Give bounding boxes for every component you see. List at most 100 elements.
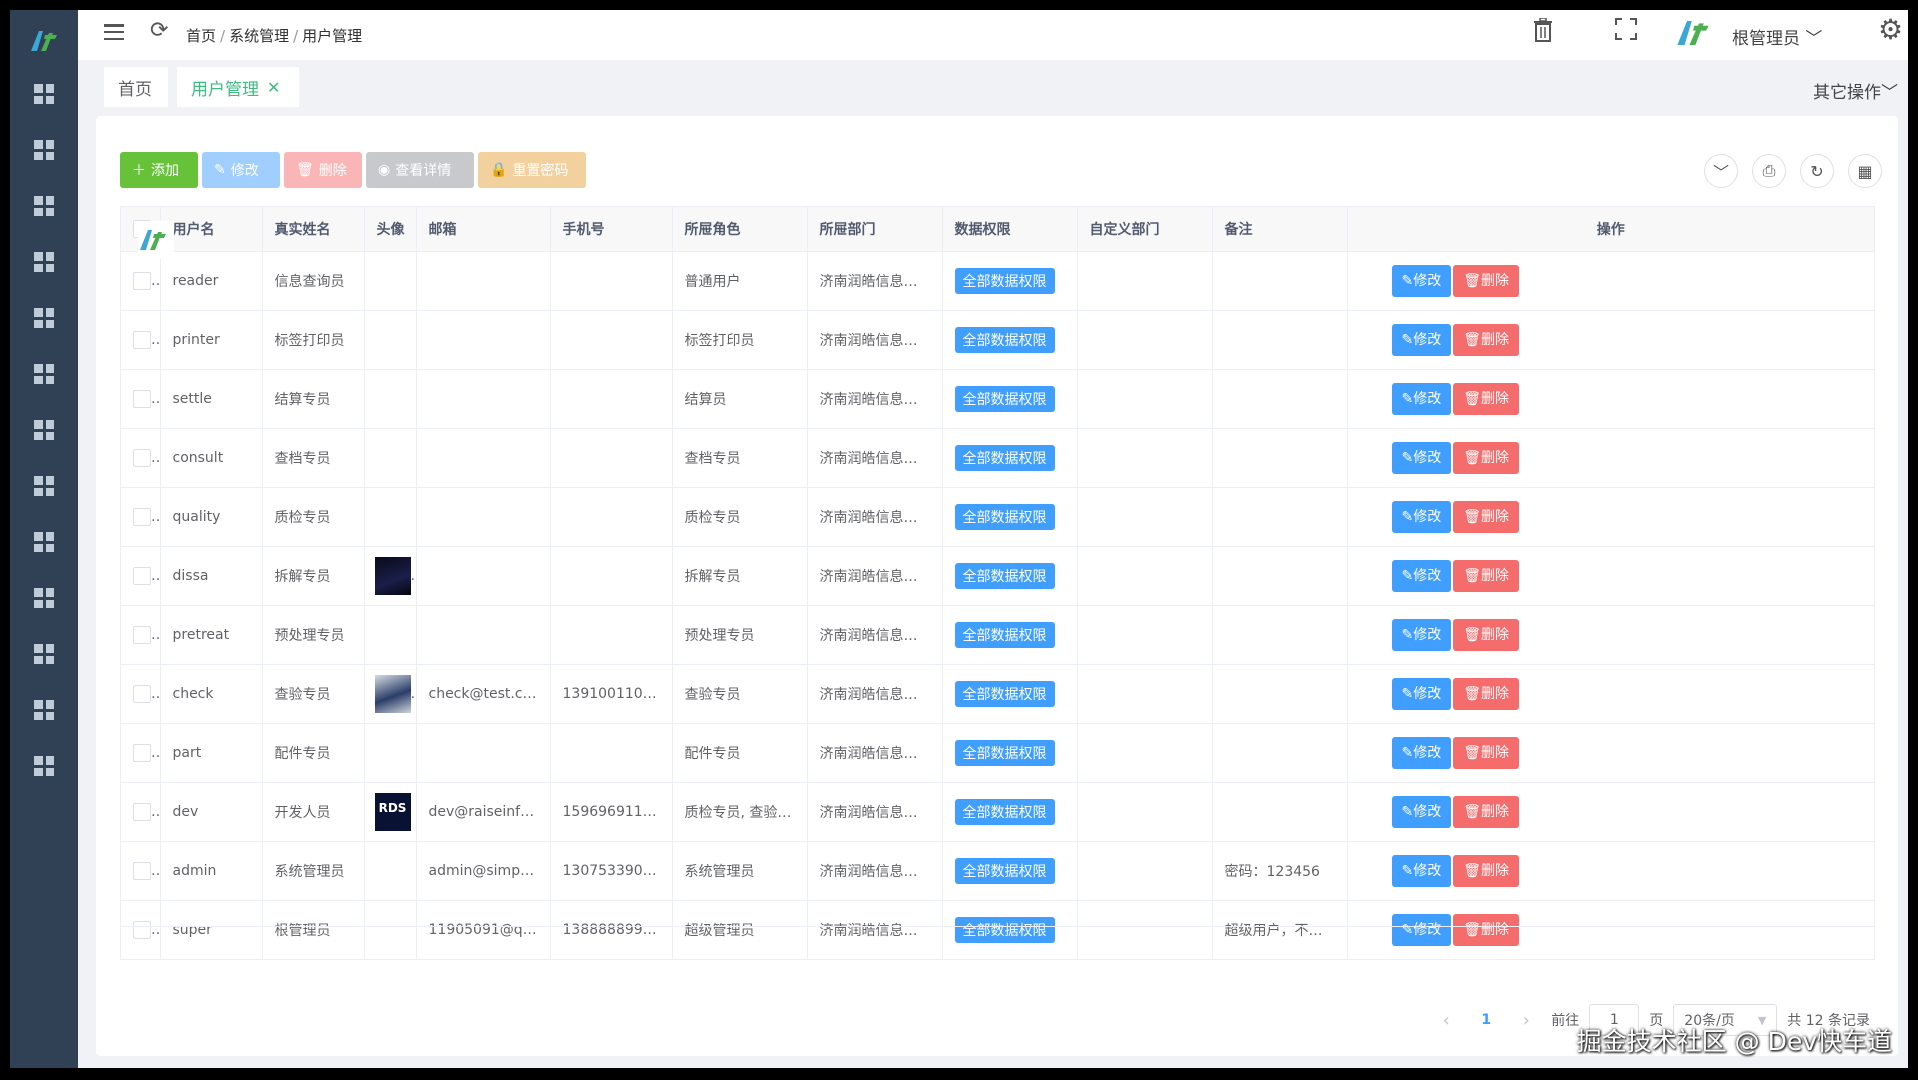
gear-icon[interactable]: ⚙ <box>1878 13 1903 46</box>
row-delete-button[interactable]: 🗑删除 <box>1453 501 1520 533</box>
next-page-icon[interactable]: › <box>1511 1010 1541 1031</box>
row-delete-button[interactable]: 🗑删除 <box>1453 796 1520 828</box>
columns-icon: ▦ <box>1857 161 1873 181</box>
menu-grid-icon[interactable] <box>10 682 78 738</box>
columns-button[interactable]: ▦ <box>1848 154 1882 188</box>
table-row[interactable]: printer 标签打印员 标签打印员 济南润皓信息科技... 全部数据权限 ✎修改 🗑删除 <box>121 310 1874 370</box>
tag-user-management[interactable]: 用户管理 ✕ <box>177 67 299 107</box>
toggle-search-button[interactable]: ﹀ <box>1704 154 1738 188</box>
column-header[interactable]: 真实姓名 <box>262 207 365 252</box>
user-avatar[interactable] <box>1675 18 1711 52</box>
column-header[interactable]: 头像 <box>364 207 417 252</box>
page-number[interactable]: 1 <box>1471 1012 1501 1028</box>
prev-page-icon[interactable]: ‹ <box>1431 1010 1461 1031</box>
row-edit-button[interactable]: ✎修改 <box>1391 678 1452 710</box>
row-checkbox[interactable] <box>133 272 151 290</box>
row-checkbox[interactable] <box>133 390 151 408</box>
menu-grid-icon[interactable] <box>10 346 78 402</box>
row-checkbox[interactable] <box>133 331 151 349</box>
row-delete-button[interactable]: 🗑删除 <box>1453 678 1520 710</box>
breadcrumb-home[interactable]: 首页 <box>186 27 216 45</box>
row-checkbox[interactable] <box>133 803 151 821</box>
menu-grid-icon[interactable] <box>10 402 78 458</box>
table-row[interactable]: dev 开发人员 RDS dev@raiseinfo.cn 15969691118 质检专… <box>121 782 1874 842</box>
menu-grid-icon[interactable] <box>10 290 78 346</box>
row-delete-button[interactable]: 🗑删除 <box>1453 737 1520 769</box>
row-edit-button[interactable]: ✎修改 <box>1391 737 1452 769</box>
menu-grid-icon[interactable] <box>10 570 78 626</box>
row-delete-button[interactable]: 🗑删除 <box>1453 383 1520 415</box>
cell-realname: 查档专员 <box>262 428 365 488</box>
row-edit-button[interactable]: ✎修改 <box>1391 855 1452 887</box>
row-checkbox[interactable] <box>133 862 151 880</box>
menu-grid-icon[interactable] <box>10 234 78 290</box>
cell-remark <box>1212 664 1348 724</box>
row-delete-button[interactable]: 🗑删除 <box>1453 560 1520 592</box>
avatar[interactable] <box>374 675 411 713</box>
row-edit-button[interactable]: ✎修改 <box>1391 560 1452 592</box>
row-checkbox[interactable] <box>133 449 151 467</box>
column-header[interactable]: 邮箱 <box>416 207 551 252</box>
column-header[interactable]: 数据权限 <box>942 207 1078 252</box>
table-row[interactable]: consult 查档专员 查档专员 济南润皓信息科技... 全部数据权限 ✎修改 🗑删除 <box>121 428 1874 488</box>
tag-home[interactable]: 首页 <box>104 67 168 107</box>
add-button[interactable]: ＋ 添加 <box>120 152 198 188</box>
fullscreen-icon[interactable] <box>1615 18 1637 40</box>
row-edit-button[interactable]: ✎修改 <box>1391 324 1452 356</box>
row-edit-button[interactable]: ✎修改 <box>1391 265 1452 297</box>
table-row[interactable]: settle 结算专员 结算员 济南润皓信息科技... 全部数据权限 ✎修改 🗑删除 <box>121 369 1874 429</box>
row-checkbox[interactable] <box>133 626 151 644</box>
menu-grid-icon[interactable] <box>10 626 78 682</box>
column-header[interactable]: 用户名 <box>160 207 263 252</box>
table-row[interactable]: dissa 拆解专员 拆解专员 济南润皓信息科技... 全部数据权限 ✎修改 🗑删除 <box>121 546 1874 606</box>
row-delete-button[interactable]: 🗑删除 <box>1453 265 1520 297</box>
column-header[interactable]: 所屉角色 <box>672 207 808 252</box>
user-menu[interactable]: 根管理员 ﹀ <box>1732 24 1822 49</box>
row-delete-button[interactable]: 🗑删除 <box>1453 619 1520 651</box>
data-permission-tag: 全部数据权限 <box>954 504 1055 530</box>
row-checkbox[interactable] <box>133 685 151 703</box>
other-operations-dropdown[interactable]: 其它操作﹀ <box>1813 78 1898 103</box>
edit-button[interactable]: ✎ 修改 <box>202 152 280 188</box>
row-edit-button[interactable]: ✎修改 <box>1391 383 1452 415</box>
menu-grid-icon[interactable] <box>10 458 78 514</box>
row-edit-button[interactable]: ✎修改 <box>1391 501 1452 533</box>
row-delete-button[interactable]: 🗑删除 <box>1453 442 1520 474</box>
row-delete-button[interactable]: 🗑删除 <box>1453 855 1520 887</box>
avatar[interactable]: RDS <box>374 793 411 831</box>
row-edit-button[interactable]: ✎修改 <box>1391 796 1452 828</box>
cell-remark <box>1212 605 1348 665</box>
menu-grid-icon[interactable] <box>10 178 78 234</box>
refresh-icon[interactable]: ⟳ <box>150 18 168 43</box>
row-checkbox[interactable] <box>133 567 151 585</box>
row-delete-button[interactable]: 🗑删除 <box>1453 324 1520 356</box>
breadcrumb-system[interactable]: 系统管理 <box>229 27 289 45</box>
row-edit-button[interactable]: ✎修改 <box>1391 619 1452 651</box>
refresh-button[interactable]: ↻ <box>1800 154 1834 188</box>
close-icon[interactable]: ✕ <box>267 78 280 97</box>
trash-icon[interactable] <box>1533 17 1553 48</box>
print-button[interactable]: ⎙ <box>1752 154 1786 188</box>
row-checkbox[interactable] <box>133 744 151 762</box>
row-checkbox[interactable] <box>133 508 151 526</box>
view-detail-button[interactable]: ◉ 查看详情 <box>366 152 474 188</box>
app-logo[interactable] <box>27 24 61 58</box>
avatar[interactable] <box>374 557 411 595</box>
delete-button[interactable]: 🗑 删除 <box>284 152 362 188</box>
reset-password-button[interactable]: 🔒 重置密码 <box>478 152 586 188</box>
column-header[interactable]: 所屉部门 <box>807 207 943 252</box>
table-row[interactable]: check 查验专员 check@test.com 13910011001 查验专员 济南… <box>121 664 1874 724</box>
table-row[interactable]: pretreat 预处理专员 预处理专员 济南润皓信息科技... 全部数据权限 ✎修改 🗑删… <box>121 605 1874 665</box>
menu-grid-icon[interactable] <box>10 66 78 122</box>
menu-grid-icon[interactable] <box>10 738 78 794</box>
menu-grid-icon[interactable] <box>10 514 78 570</box>
menu-grid-icon[interactable] <box>10 122 78 178</box>
column-header[interactable]: 备注 <box>1212 207 1348 252</box>
table-row[interactable]: reader 信息查询员 普通用户 济南润皓信息科技... 全部数据权限 ✎修改 🗑删除 <box>121 251 1874 311</box>
row-edit-button[interactable]: ✎修改 <box>1391 442 1452 474</box>
column-header[interactable]: 手机号 <box>550 207 673 252</box>
hamburger-icon[interactable] <box>104 24 124 40</box>
table-row[interactable]: part 配件专员 配件专员 济南润皓信息科技... 全部数据权限 ✎修改 🗑删除 <box>121 723 1874 783</box>
column-header[interactable]: 自定义部门 <box>1077 207 1213 252</box>
table-row[interactable]: quality 质检专员 质检专员 济南润皓信息科技... 全部数据权限 ✎修改 🗑删除 <box>121 487 1874 547</box>
